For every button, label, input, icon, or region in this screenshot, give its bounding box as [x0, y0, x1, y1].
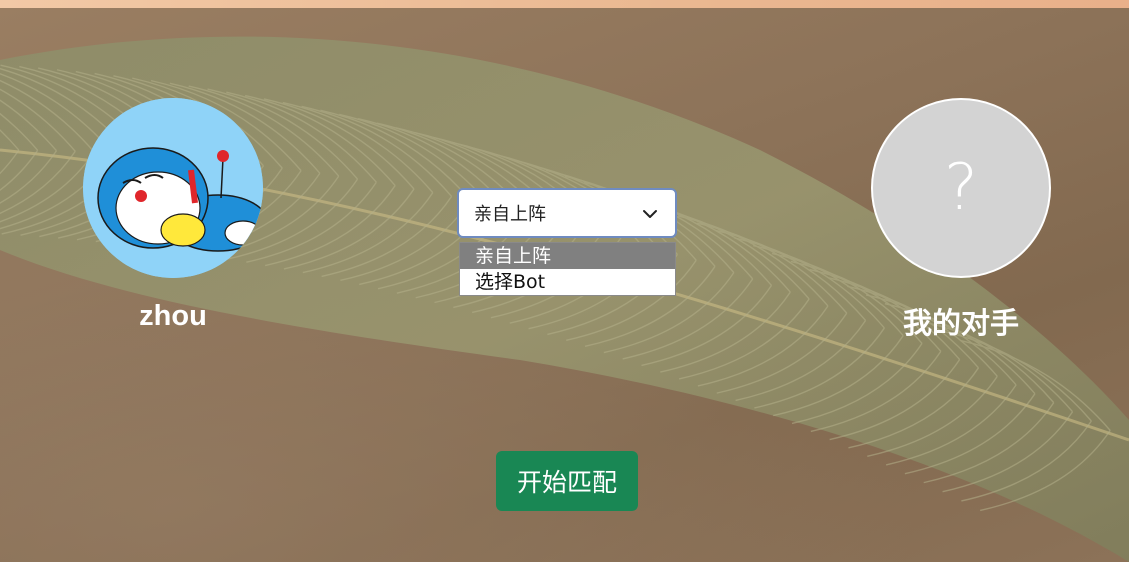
question-mark-icon: ? [944, 151, 978, 225]
mode-select[interactable]: 亲自上阵 [457, 188, 677, 238]
doraemon-avatar-icon [83, 98, 263, 278]
player-avatar [83, 98, 263, 278]
start-match-button[interactable]: 开始匹配 [496, 451, 638, 511]
player-name: zhou [139, 300, 207, 332]
chevron-down-icon [643, 210, 657, 218]
player-opponent: ? 我的对手 [861, 98, 1061, 342]
mode-select-value: 亲自上阵 [474, 204, 546, 225]
option-select-bot[interactable]: 选择Bot [460, 269, 675, 295]
mode-select-dropdown: 亲自上阵 选择Bot [459, 242, 676, 296]
top-strip [0, 0, 1129, 8]
player-me: zhou [73, 98, 273, 333]
option-self-play[interactable]: 亲自上阵 [460, 243, 675, 269]
opponent-name: 我的对手 [902, 308, 1019, 340]
opponent-avatar-placeholder: ? [871, 98, 1051, 278]
